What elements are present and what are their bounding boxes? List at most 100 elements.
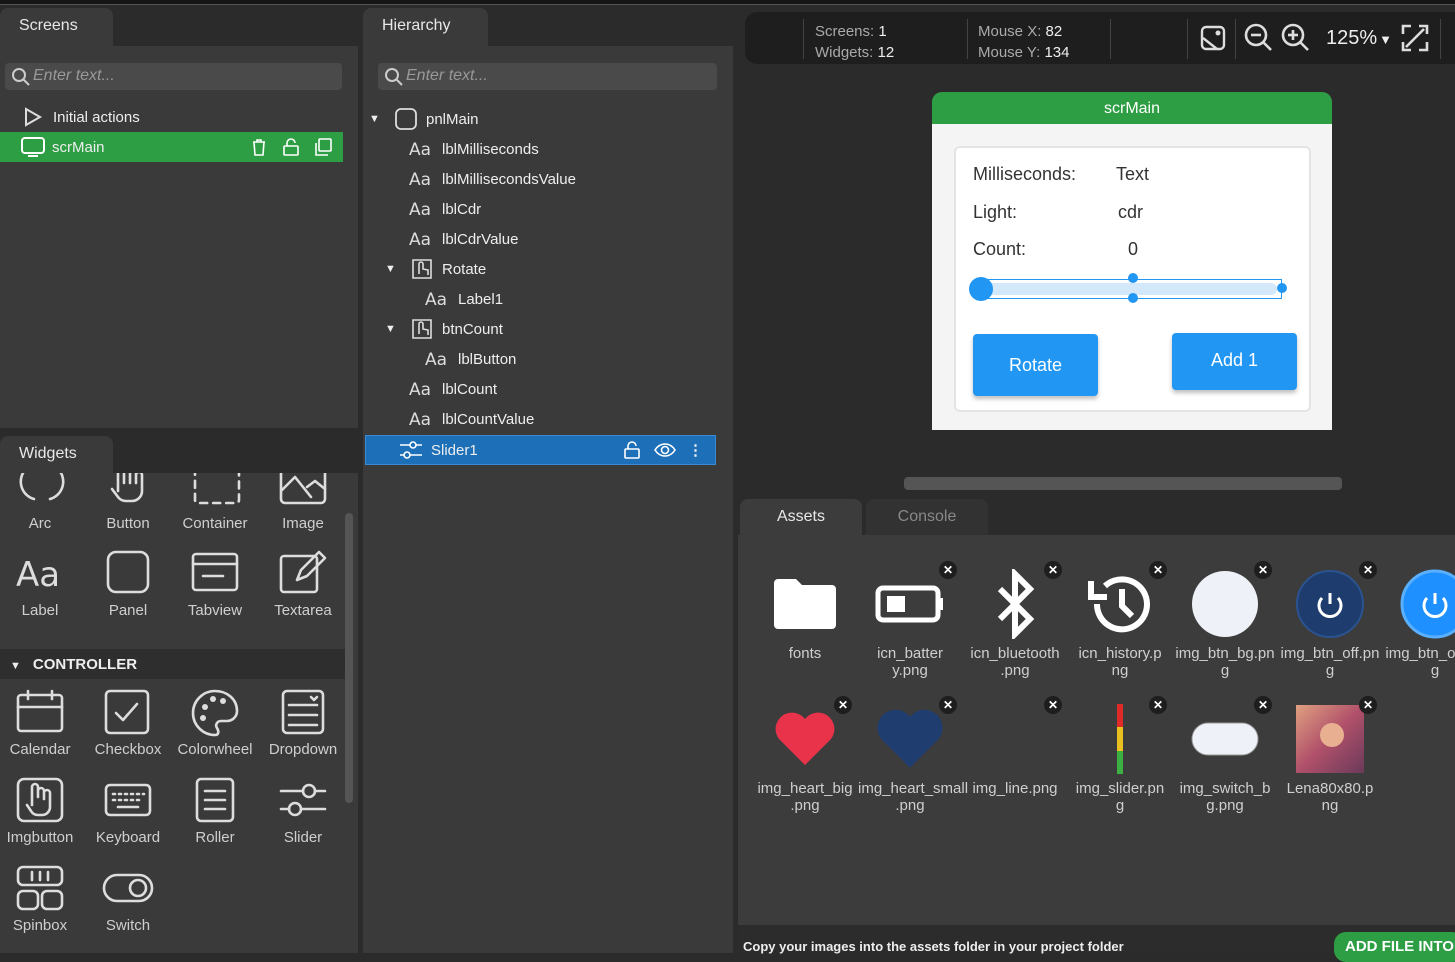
canvas-h-scrollbar[interactable] [904, 477, 1342, 490]
lbl-milliseconds-value[interactable]: Text [1116, 164, 1149, 185]
delete-asset-icon[interactable]: ✕ [1149, 561, 1167, 579]
hierarchy-item-lblmillisecondsvalue[interactable]: Aa lblMillisecondsValue [363, 164, 723, 194]
asset-item[interactable]: ✕ img_heart_big .png [753, 696, 857, 814]
more-icon[interactable]: ⋮ [688, 441, 703, 459]
background-image-icon[interactable] [1199, 24, 1227, 52]
widget-button[interactable]: Button [84, 473, 172, 532]
widget-panel[interactable]: Panel [84, 548, 172, 619]
lbl-cdr-value[interactable]: cdr [1118, 202, 1143, 223]
hierarchy-item-lblcdr[interactable]: Aa lblCdr [363, 194, 723, 224]
delete-asset-icon[interactable]: ✕ [1254, 561, 1272, 579]
widget-label[interactable]: Aa Label [0, 548, 84, 619]
delete-asset-icon[interactable]: ✕ [1359, 561, 1377, 579]
tab-assets[interactable]: Assets [740, 499, 862, 536]
widget-calendar[interactable]: Calendar [0, 687, 84, 758]
asset-item[interactable]: ✕ icn_bluetooth .png [963, 561, 1067, 679]
section-header-controller[interactable]: ▼ CONTROLLER [0, 649, 345, 679]
hierarchy-item-lblcount[interactable]: Aa lblCount [363, 374, 723, 404]
widget-container[interactable]: Container [171, 473, 259, 532]
caret-down-icon[interactable]: ▼ [385, 263, 396, 275]
delete-asset-icon[interactable]: ✕ [1254, 696, 1272, 714]
fullscreen-icon[interactable] [1400, 23, 1430, 53]
hierarchy-item-slider1[interactable]: Slider1 ⋮ [365, 435, 716, 465]
widget-keyboard[interactable]: Keyboard [84, 775, 172, 846]
resize-handle[interactable] [1128, 293, 1138, 303]
hierarchy-item-rotate[interactable]: ▼ Rotate [363, 254, 723, 284]
asset-folder-fonts[interactable]: fonts [753, 569, 857, 662]
eye-icon[interactable] [654, 440, 676, 460]
widget-tabview[interactable]: Tabview [171, 548, 259, 619]
asset-item[interactable]: ✕img_btn_on.png [1383, 569, 1455, 679]
asset-item[interactable]: ✕ img_line.png [963, 696, 1067, 797]
rotate-button[interactable]: Rotate [973, 334, 1098, 396]
screen-item-initial-actions[interactable]: Initial actions [0, 102, 343, 132]
widget-imgbutton[interactable]: Imgbutton [0, 775, 84, 846]
hierarchy-item-lblmilliseconds[interactable]: Aa lblMilliseconds [363, 134, 723, 164]
btn-count[interactable]: Add 1 [1172, 333, 1297, 390]
hierarchy-item-btncount[interactable]: ▼ btnCount [363, 314, 723, 344]
asset-item[interactable]: ✕ img_btn_off.pn g [1278, 561, 1382, 679]
widget-checkbox[interactable]: Checkbox [84, 687, 172, 758]
lbl-count[interactable]: Count: [973, 239, 1026, 260]
widget-colorwheel[interactable]: Colorwheel [171, 687, 259, 758]
delete-asset-icon[interactable]: ✕ [1359, 696, 1377, 714]
unlock-icon[interactable] [281, 137, 301, 157]
asset-item[interactable]: ✕ img_btn_bg.pn g [1173, 561, 1277, 679]
caret-down-icon[interactable]: ▼ [385, 323, 396, 335]
asset-item[interactable]: ✕ icn_batter y.png [858, 561, 962, 679]
hierarchy-item-lblcountvalue[interactable]: Aa lblCountValue [363, 404, 723, 434]
widget-image[interactable]: Image [259, 473, 347, 532]
zoom-dropdown[interactable]: 125% ▼ [1326, 27, 1392, 50]
stats: Screens: 1 Widgets: 12 [815, 21, 894, 63]
asset-item[interactable]: ✕ Lena80x80.p ng [1278, 696, 1382, 814]
lbl-count-value[interactable]: 0 [1128, 239, 1138, 260]
unlock-icon[interactable] [622, 440, 642, 460]
screens-search-input[interactable]: Enter text... [5, 63, 342, 90]
widget-arc[interactable]: Arc [0, 473, 84, 532]
asset-item[interactable]: ✕ img_slider.pn g [1068, 696, 1172, 814]
hierarchy-search-input[interactable]: Enter text... [378, 63, 717, 90]
svg-text:Aa: Aa [409, 380, 431, 400]
tab-hierarchy[interactable]: Hierarchy [363, 8, 488, 47]
asset-item[interactable]: ✕ img_heart_small .png [858, 696, 968, 814]
tab-widgets[interactable]: Widgets [0, 436, 113, 474]
widget-switch[interactable]: Switch [84, 863, 172, 934]
hierarchy-item-lblcdrvalue[interactable]: Aa lblCdrValue [363, 224, 723, 254]
widget-roller[interactable]: Roller [171, 775, 259, 846]
trash-icon[interactable] [249, 137, 269, 157]
delete-asset-icon[interactable]: ✕ [1149, 696, 1167, 714]
duplicate-icon[interactable] [313, 137, 333, 157]
widget-spinbox[interactable]: Spinbox [0, 863, 84, 934]
asset-item[interactable]: ✕ icn_history.p ng [1068, 561, 1172, 679]
delete-asset-icon[interactable]: ✕ [939, 561, 957, 579]
asset-thumbnail [858, 704, 962, 774]
tab-screens[interactable]: Screens [0, 8, 113, 47]
screen-title[interactable]: scrMain [932, 92, 1332, 124]
add-file-button[interactable]: ADD FILE INTO [1334, 932, 1455, 962]
delete-asset-icon[interactable]: ✕ [1044, 696, 1062, 714]
caret-down-icon[interactable]: ▼ [369, 113, 380, 125]
widget-textarea[interactable]: Textarea [259, 548, 347, 619]
hierarchy-item-pnlmain[interactable]: ▼ pnlMain [363, 104, 723, 134]
asset-thumbnail [1068, 569, 1172, 639]
pnl-main[interactable]: Milliseconds: Text Light: cdr Count: 0 R… [954, 146, 1311, 412]
slider1[interactable] [969, 273, 1287, 303]
resize-handle[interactable] [1128, 273, 1138, 283]
zoom-out-icon[interactable] [1243, 22, 1275, 54]
widget-slider[interactable]: Slider [259, 775, 347, 846]
asset-item[interactable]: ✕ img_switch_b g.png [1173, 696, 1277, 814]
tab-console[interactable]: Console [866, 499, 988, 536]
resize-handle[interactable] [1277, 283, 1287, 293]
delete-asset-icon[interactable]: ✕ [939, 696, 957, 714]
lbl-cdr[interactable]: Light: [973, 202, 1017, 223]
screen-preview[interactable]: Milliseconds: Text Light: cdr Count: 0 R… [932, 124, 1332, 430]
hierarchy-item-label1[interactable]: Aa Label1 [363, 284, 723, 314]
slider-knob[interactable] [969, 277, 993, 301]
delete-asset-icon[interactable]: ✕ [834, 696, 852, 714]
widget-dropdown[interactable]: Dropdown [259, 687, 347, 758]
lbl-milliseconds[interactable]: Milliseconds: [973, 164, 1076, 185]
zoom-in-icon[interactable] [1280, 22, 1312, 54]
delete-asset-icon[interactable]: ✕ [1044, 561, 1062, 579]
hierarchy-item-lblbutton[interactable]: Aa lblButton [363, 344, 723, 374]
screen-item-scrmain[interactable]: scrMain [0, 132, 343, 162]
